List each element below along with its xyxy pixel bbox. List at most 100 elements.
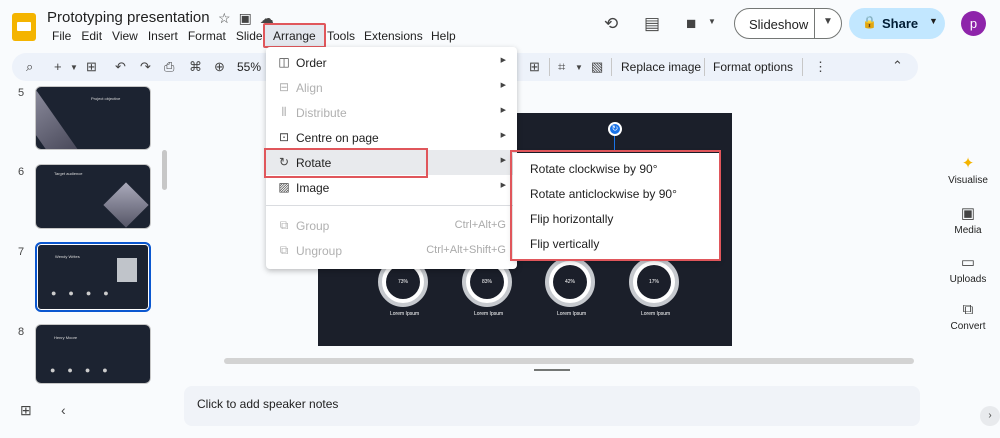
slides-logo-icon[interactable] xyxy=(12,13,36,41)
toolbar-divider xyxy=(611,58,612,76)
new-slide-layout-icon[interactable]: ⊞ xyxy=(86,59,97,75)
stat-value: 17% xyxy=(637,265,671,299)
submenu-highlight-box xyxy=(510,150,721,261)
shortcut-label: Ctrl+Alt+G xyxy=(454,219,506,231)
thumbnail-circles: ●●●● xyxy=(50,365,120,375)
menu-file[interactable]: File xyxy=(47,29,76,43)
stat-circle[interactable]: 17% xyxy=(629,257,679,307)
rotate-highlight-box xyxy=(264,148,428,178)
menu-bar: File Edit View Insert Format Slide xyxy=(47,29,268,43)
slide-thumbnail-8[interactable]: Henry Moore ●●●● xyxy=(35,324,151,384)
canvas-scrollbar[interactable] xyxy=(224,358,914,364)
ungroup-icon: ⧉ xyxy=(279,243,289,257)
slideshow-button[interactable]: Slideshow ▼ xyxy=(734,8,842,39)
speaker-notes-placeholder: Click to add speaker notes xyxy=(197,397,339,411)
filmstrip-scrollbar[interactable] xyxy=(162,150,167,190)
thumbnail-graphic xyxy=(103,182,149,228)
menu-view[interactable]: View xyxy=(107,29,143,43)
share-dropdown-icon[interactable]: ▼ xyxy=(929,16,938,26)
stat-circle[interactable]: 42% xyxy=(545,257,595,307)
menu-item-order[interactable]: ◫ Order ▶ xyxy=(266,50,517,75)
stat-label: Lorem Ipsum xyxy=(641,311,671,317)
stat-label: Lorem Ipsum xyxy=(390,311,420,317)
menu-help[interactable]: Help xyxy=(431,29,456,43)
search-menus-icon[interactable]: ⌕ xyxy=(26,59,33,75)
document-title[interactable]: Prototyping presentation xyxy=(47,9,210,26)
media-button[interactable]: ▣ Media xyxy=(936,204,1000,236)
format-options-button[interactable]: Format options xyxy=(713,60,793,74)
zoom-level[interactable]: 55% xyxy=(237,60,261,74)
meet-icon[interactable]: ■ xyxy=(686,14,696,34)
slide-thumbnail-6[interactable]: Target audience xyxy=(35,164,151,229)
stat-value: 42% xyxy=(553,265,587,299)
crop-icon[interactable]: ⌗ xyxy=(558,59,565,75)
lock-icon: 🔒 xyxy=(862,15,877,29)
thumbnail-title: Target audience xyxy=(54,171,83,176)
menu-item-label: Ungroup xyxy=(296,244,343,258)
share-button[interactable]: 🔒 Share ▼ xyxy=(849,8,945,39)
menu-item-ungroup: ⧉ Ungroup Ctrl+Alt+Shift+G xyxy=(266,238,517,263)
submenu-arrow-icon: ▶ xyxy=(500,82,506,89)
menu-arrange[interactable]: Arrange xyxy=(273,29,316,43)
folder-icon: ▭ xyxy=(960,254,976,271)
paint-format-icon[interactable]: ⌘ xyxy=(189,59,202,75)
star-icon[interactable]: ☆ xyxy=(218,10,239,26)
submenu-arrow-icon: ▶ xyxy=(500,107,506,114)
crop-dropdown-icon[interactable]: ▼ xyxy=(575,63,583,72)
menu-format[interactable]: Format xyxy=(183,29,231,43)
menu-item-label: Distribute xyxy=(296,106,347,120)
visualise-label: Visualise xyxy=(948,175,988,186)
slide-thumbnail-5[interactable]: Project objective xyxy=(35,86,151,150)
stat-value: 73% xyxy=(386,265,420,299)
notes-resize-handle[interactable] xyxy=(534,369,570,371)
menu-divider xyxy=(266,205,517,206)
insert-image-icon[interactable]: ⊞ xyxy=(529,59,540,75)
collapse-filmstrip-icon[interactable]: ‹ xyxy=(61,402,66,418)
menu-item-image[interactable]: ▨ Image ▶ xyxy=(266,175,517,200)
undo-icon[interactable]: ↶ xyxy=(115,59,126,75)
submenu-arrow-icon: ▶ xyxy=(500,132,506,139)
collapse-toolbar-icon[interactable]: ⌃ xyxy=(892,58,903,74)
move-folder-icon[interactable]: ▣ xyxy=(239,10,260,26)
menu-extensions[interactable]: Extensions xyxy=(364,29,423,43)
menu-insert[interactable]: Insert xyxy=(143,29,183,43)
meet-dropdown-icon[interactable]: ▼ xyxy=(708,17,716,26)
stat-label: Lorem Ipsum xyxy=(557,311,587,317)
slideshow-label: Slideshow xyxy=(749,17,809,32)
image-mask-icon[interactable]: ▧ xyxy=(591,59,603,75)
menu-item-centre-on-page[interactable]: ⊡ Centre on page ▶ xyxy=(266,125,517,150)
grid-view-icon[interactable]: ⊞ xyxy=(20,402,32,419)
expand-panel-icon[interactable]: › xyxy=(980,406,1000,426)
thumbnail-graphic xyxy=(36,87,81,149)
menu-tools[interactable]: Tools xyxy=(327,29,355,43)
convert-button[interactable]: ⧉ Convert xyxy=(936,301,1000,332)
history-icon[interactable]: ⟲ xyxy=(604,14,618,34)
print-icon[interactable]: ⎙ xyxy=(164,59,174,75)
menu-item-label: Align xyxy=(296,81,323,95)
replace-image-button[interactable]: Replace image xyxy=(621,60,701,74)
menu-edit[interactable]: Edit xyxy=(76,29,107,43)
redo-icon[interactable]: ↷ xyxy=(140,59,151,75)
new-slide-icon[interactable]: + xyxy=(54,59,62,74)
order-icon: ◫ xyxy=(278,55,290,69)
group-icon: ⧉ xyxy=(279,218,289,232)
toolbar-divider xyxy=(704,58,705,76)
slide-number: 8 xyxy=(18,326,25,338)
comments-icon[interactable]: ▤ xyxy=(644,14,660,34)
visualise-button[interactable]: ✦ Visualise xyxy=(936,154,1000,186)
speaker-notes[interactable]: Click to add speaker notes xyxy=(184,386,920,426)
slide-thumbnail-7[interactable]: Wendy Writes ●●●● xyxy=(35,242,151,312)
avatar[interactable]: p xyxy=(961,11,986,36)
uploads-button[interactable]: ▭ Uploads xyxy=(936,253,1000,285)
slideshow-dropdown-icon[interactable]: ▼ xyxy=(823,16,833,27)
uploads-label: Uploads xyxy=(949,274,987,285)
sparkle-icon: ✦ xyxy=(961,155,975,172)
zoom-icon[interactable]: ⊕ xyxy=(214,59,225,75)
new-slide-dropdown-icon[interactable]: ▼ xyxy=(70,63,78,72)
rotate-handle-icon[interactable]: ↻ xyxy=(608,122,622,136)
submenu-arrow-icon: ▶ xyxy=(500,157,506,164)
thumbnail-title: Wendy Writes xyxy=(55,254,80,259)
thumbnail-circles: ●●●● xyxy=(51,288,121,298)
shortcut-label: Ctrl+Alt+Shift+G xyxy=(426,244,506,256)
more-options-icon[interactable]: ⋮ xyxy=(814,59,827,75)
